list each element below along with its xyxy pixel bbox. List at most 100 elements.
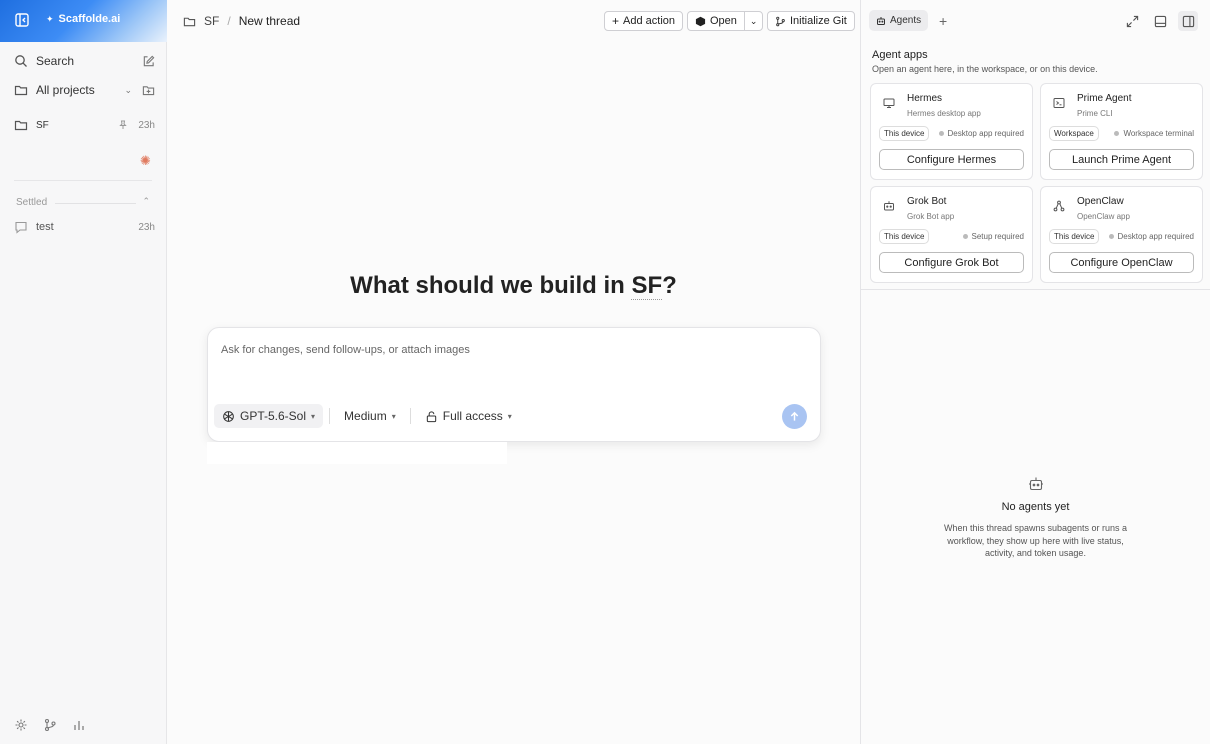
- breadcrumb: SF / New thread: [183, 14, 300, 28]
- panel-controls: [1122, 11, 1198, 31]
- chevron-down-icon: ▾: [391, 411, 396, 421]
- terminal-icon: [1053, 97, 1065, 109]
- composer-input[interactable]: Ask for changes, send follow-ups, or att…: [221, 344, 470, 356]
- agent-location-badge: Workspace: [1049, 126, 1099, 141]
- agent-card-openclaw: OpenClaw OpenClaw app This device Deskto…: [1040, 186, 1203, 283]
- all-projects-row[interactable]: All projects ⌄: [0, 77, 167, 103]
- access-label: Full access: [442, 409, 503, 423]
- agent-name: OpenClaw: [1077, 196, 1124, 207]
- chevron-up-icon[interactable]: ⌃: [142, 196, 150, 207]
- status-dot: [1114, 131, 1120, 136]
- empty-title: No agents yet: [1001, 501, 1070, 513]
- access-selector[interactable]: Full access ▾: [417, 404, 520, 428]
- agents-panel: Agents + Agent apps Open an agent here, …: [860, 0, 1210, 744]
- empty-description: When this thread spawns subagents or run…: [943, 523, 1128, 558]
- initialize-git-label: Initialize Git: [790, 15, 847, 27]
- composer-toolbar: GPT-5.6-Sol ▾ Medium ▾ Full access ▾: [214, 404, 520, 428]
- toolbar-divider: [409, 408, 411, 424]
- empty-state: No agents yet When this thread spawns su…: [861, 476, 1210, 560]
- arrow-up-icon: [790, 411, 799, 421]
- agent-card-grok: Grok Bot Grok Bot app This device Setup …: [870, 186, 1033, 283]
- new-folder-icon[interactable]: [142, 84, 155, 97]
- chevron-down-icon[interactable]: ⌄: [124, 85, 132, 96]
- expand-icon[interactable]: [1122, 11, 1142, 31]
- add-action-button[interactable]: + Add action: [604, 11, 683, 31]
- tab-agents[interactable]: Agents: [869, 10, 929, 31]
- hero-project[interactable]: SF: [631, 272, 663, 300]
- cube-icon: [695, 16, 706, 27]
- openai-icon: [222, 410, 235, 423]
- thread-age: 23h: [138, 221, 155, 233]
- brand-logo[interactable]: ✦ Scaffolde.ai: [46, 13, 120, 25]
- initialize-git-button[interactable]: Initialize Git: [767, 11, 855, 31]
- agent-desc: Hermes desktop app: [907, 109, 981, 118]
- configure-hermes-button[interactable]: Configure Hermes: [879, 149, 1024, 170]
- hero-prefix: What should we build in: [350, 272, 632, 299]
- agent-status: Setup required: [962, 232, 1024, 241]
- hero-suffix: ?: [662, 272, 677, 299]
- settings-icon[interactable]: [14, 718, 28, 732]
- agent-name: Grok Bot: [907, 196, 947, 207]
- section-label-settled: Settled: [16, 197, 48, 208]
- agent-location-badge: This device: [879, 229, 930, 244]
- sidebar-footer: [14, 718, 86, 732]
- agent-desc: Prime CLI: [1077, 109, 1113, 118]
- new-thread-button[interactable]: [142, 55, 155, 68]
- agent-name: Hermes: [907, 93, 943, 104]
- agent-status: Desktop app required: [938, 129, 1025, 138]
- analytics-icon[interactable]: [72, 718, 86, 732]
- launch-prime-agent-button[interactable]: Launch Prime Agent: [1049, 149, 1194, 170]
- send-button[interactable]: [782, 404, 807, 429]
- status-dot: [1108, 234, 1114, 239]
- bot-icon: [1028, 476, 1044, 492]
- page-title: What should we build in SF?: [167, 272, 860, 300]
- bot-icon: [883, 200, 895, 212]
- brand-bar: ✦ Scaffolde.ai: [0, 0, 167, 42]
- panel-tabs: Agents +: [869, 10, 950, 31]
- pin-icon[interactable]: [118, 120, 128, 130]
- agent-desc: OpenClaw app: [1077, 212, 1130, 221]
- model-selector[interactable]: GPT-5.6-Sol ▾: [214, 404, 324, 428]
- sparkle-icon: ✺: [140, 153, 151, 168]
- chevron-down-icon: ▾: [507, 411, 512, 421]
- thread-item-test[interactable]: test 23h: [0, 214, 167, 240]
- dropdown-shadow: [207, 442, 507, 464]
- folder-icon: [183, 15, 196, 28]
- agent-status-text: Desktop app required: [1117, 232, 1195, 241]
- side-panel-icon[interactable]: [1178, 11, 1198, 31]
- bot-icon: [876, 16, 886, 26]
- section-rule: [55, 203, 136, 204]
- add-tab-icon[interactable]: +: [936, 13, 950, 29]
- network-icon: [1053, 200, 1065, 212]
- agent-location-badge: This device: [1049, 229, 1100, 244]
- project-item-sf[interactable]: SF 23h: [0, 112, 167, 138]
- open-dropdown-button[interactable]: ⌄: [743, 12, 763, 30]
- monitor-icon: [883, 97, 895, 109]
- effort-selector[interactable]: Medium ▾: [336, 404, 404, 428]
- open-button[interactable]: Open: [688, 12, 744, 30]
- agent-location-badge: This device: [879, 126, 930, 141]
- status-dot: [962, 234, 968, 239]
- panel-subtitle: Open an agent here, in the workspace, or…: [872, 64, 1098, 74]
- chevron-down-icon: ⌄: [749, 15, 758, 26]
- bottom-panel-icon[interactable]: [1150, 11, 1170, 31]
- toolbar-divider: [329, 408, 331, 424]
- agent-status-text: Desktop app required: [947, 129, 1025, 138]
- open-split-button[interactable]: Open ⌄: [687, 11, 764, 31]
- agent-status-text: Workspace terminal: [1123, 129, 1194, 138]
- configure-openclaw-button[interactable]: Configure OpenClaw: [1049, 252, 1194, 273]
- sidebar-search[interactable]: Search: [0, 48, 167, 74]
- status-dot: [938, 131, 944, 136]
- folder-icon: [14, 83, 28, 97]
- all-projects-label: All projects: [36, 83, 95, 97]
- add-action-label: Add action: [623, 15, 675, 27]
- sidebar: ✦ Scaffolde.ai Search All projects ⌄ SF …: [0, 0, 167, 744]
- composer[interactable]: Ask for changes, send follow-ups, or att…: [207, 327, 821, 442]
- configure-grok-bot-button[interactable]: Configure Grok Bot: [879, 252, 1024, 273]
- sidebar-toggle-icon[interactable]: [14, 12, 30, 28]
- project-age: 23h: [138, 119, 155, 131]
- folder-icon: [14, 118, 28, 132]
- tab-agents-label: Agents: [890, 15, 922, 26]
- breadcrumb-project[interactable]: SF: [204, 14, 219, 28]
- git-branch-icon[interactable]: [43, 718, 57, 732]
